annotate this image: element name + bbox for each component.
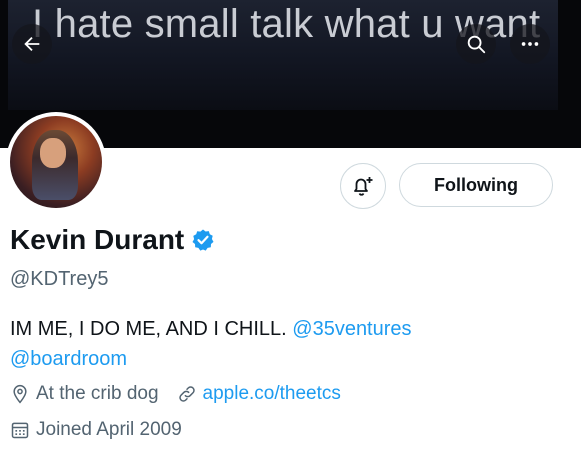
avatar[interactable] — [6, 112, 106, 212]
joined-row: Joined April 2009 — [10, 419, 200, 441]
notifications-button[interactable] — [340, 163, 386, 209]
user-handle: @KDTrey5 — [10, 268, 109, 290]
avatar-image — [10, 116, 102, 208]
verified-badge-icon[interactable] — [191, 228, 215, 252]
bio-mention-link[interactable]: @boardroom — [10, 348, 127, 370]
display-name: Kevin Durant — [10, 224, 185, 255]
calendar-icon — [11, 422, 29, 439]
search-button[interactable] — [456, 24, 496, 64]
website-link[interactable]: apple.co/theetcs — [203, 383, 341, 405]
joined-item: Joined April 2009 — [10, 419, 182, 441]
avatar-face — [40, 138, 66, 168]
following-button[interactable]: Following — [399, 163, 553, 207]
arrow-left-icon — [24, 36, 40, 52]
bell-plus-icon — [354, 177, 373, 196]
location-pin-icon — [13, 384, 27, 404]
more-button[interactable] — [510, 24, 550, 64]
location-text: At the crib dog — [36, 383, 159, 404]
bio: IM ME, I DO ME, AND I CHILL. @35ventures… — [10, 314, 570, 374]
search-icon — [467, 35, 486, 54]
location-item: At the crib dog — [10, 383, 159, 405]
name-row: Kevin Durant — [10, 224, 215, 256]
more-dots-icon — [521, 42, 539, 46]
website-item[interactable]: apple.co/theetcs — [177, 383, 341, 405]
link-icon — [178, 386, 195, 402]
profile-meta: At the crib dog apple.co/theetcs — [10, 383, 359, 405]
bio-text: IM ME, I DO ME, AND I CHILL. — [10, 318, 293, 340]
joined-text: Joined April 2009 — [36, 419, 182, 440]
back-button[interactable] — [12, 24, 52, 64]
bio-mention-link[interactable]: @35ventures — [292, 318, 411, 340]
